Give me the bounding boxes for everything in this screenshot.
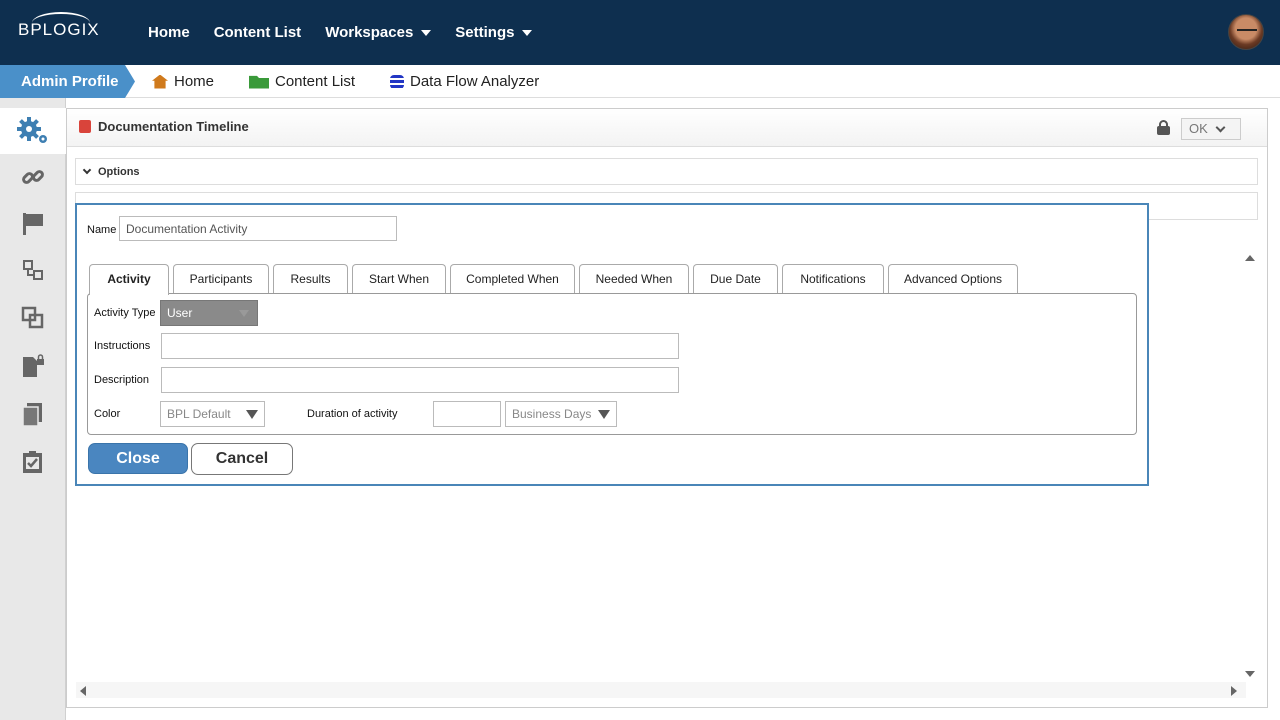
flag-icon[interactable] <box>0 201 66 247</box>
options-label: Options <box>98 166 140 178</box>
nav-settings[interactable]: Settings <box>455 24 533 41</box>
duration-input[interactable] <box>433 401 501 427</box>
chevron-down-icon <box>1215 122 1226 133</box>
chevron-down-icon <box>421 29 432 36</box>
color-value: BPL Default <box>167 407 231 421</box>
documents-icon[interactable] <box>0 391 66 437</box>
nav-home-label: Home <box>148 24 190 41</box>
panel-header: Documentation Timeline OK <box>67 109 1267 147</box>
breadcrumb-content-list-label: Content List <box>275 73 356 90</box>
breadcrumb-home-label: Home <box>174 73 215 90</box>
instructions-input[interactable] <box>161 333 679 359</box>
name-input[interactable] <box>119 216 397 241</box>
breadcrumb: Admin Profile Home Content List Data Flo… <box>0 65 1280 98</box>
chevron-down-icon <box>246 410 258 419</box>
activity-tab-content: Activity Type User Instructions Descript… <box>87 293 1137 435</box>
duration-label: Duration of activity <box>307 408 398 420</box>
breadcrumb-home[interactable]: Home <box>152 65 214 98</box>
breadcrumb-data-flow-analyzer[interactable]: Data Flow Analyzer <box>390 65 539 98</box>
instructions-label: Instructions <box>94 340 151 352</box>
ok-label: OK <box>1189 121 1208 136</box>
chevron-down-icon <box>598 410 610 419</box>
description-label: Description <box>94 374 150 386</box>
copy-icon[interactable] <box>0 295 66 341</box>
nav-workspaces[interactable]: Workspaces <box>325 24 432 41</box>
top-navbar: BPLOGIX Home Content List Workspaces Set… <box>0 0 1280 65</box>
folder-icon <box>249 75 269 89</box>
nav-settings-label: Settings <box>455 24 515 41</box>
document-icon <box>79 120 91 133</box>
scroll-right-arrow-icon[interactable] <box>1231 686 1237 696</box>
nav-content-list[interactable]: Content List <box>214 24 302 41</box>
bplogix-logo[interactable]: BPLOGIX <box>18 12 100 40</box>
horizontal-scrollbar[interactable] <box>76 682 1246 698</box>
nodes-icon[interactable] <box>0 247 66 293</box>
activity-dialog: Name Activity Participants Results Start… <box>75 203 1149 486</box>
scroll-down-arrow-icon[interactable] <box>1245 671 1255 677</box>
scroll-left-arrow-icon[interactable] <box>80 686 86 696</box>
close-button[interactable]: Close <box>88 443 188 474</box>
lock-icon[interactable] <box>1157 120 1170 135</box>
duration-unit-select[interactable]: Business Days <box>505 401 617 427</box>
breadcrumb-content-list[interactable]: Content List <box>249 65 355 98</box>
left-sidebar <box>0 98 66 720</box>
lock-body <box>1157 126 1170 135</box>
tab-advanced-options[interactable]: Advanced Options <box>888 264 1018 294</box>
cancel-button[interactable]: Cancel <box>191 443 293 475</box>
home-icon <box>152 74 168 89</box>
scroll-up-arrow-icon[interactable] <box>1245 255 1255 261</box>
tab-activity[interactable]: Activity <box>89 264 169 295</box>
options-section[interactable]: Options <box>75 158 1258 185</box>
secure-document-icon[interactable] <box>0 343 66 389</box>
breadcrumb-data-flow-analyzer-label: Data Flow Analyzer <box>410 73 540 90</box>
nav-home[interactable]: Home <box>148 24 190 41</box>
tab-start-when[interactable]: Start When <box>352 264 446 294</box>
activity-type-value: User <box>167 306 193 320</box>
description-input[interactable] <box>161 367 679 393</box>
logo-arc <box>32 12 90 34</box>
checklist-icon[interactable] <box>0 439 66 485</box>
nav-workspaces-label: Workspaces <box>325 24 414 41</box>
ok-dropdown-button[interactable]: OK <box>1181 118 1241 140</box>
activity-type-select[interactable]: User <box>160 300 258 326</box>
admin-profile-tag[interactable]: Admin Profile <box>0 65 135 98</box>
tab-due-date[interactable]: Due Date <box>693 264 778 294</box>
activity-type-label: Activity Type <box>94 307 156 319</box>
page-title: Documentation Timeline <box>98 119 249 134</box>
user-avatar[interactable] <box>1228 14 1264 50</box>
color-label: Color <box>94 408 121 420</box>
chevron-down-icon <box>82 165 92 175</box>
name-label: Name <box>87 224 117 236</box>
tab-completed-when[interactable]: Completed When <box>450 264 575 294</box>
link-icon[interactable] <box>0 154 66 200</box>
gears-icon[interactable] <box>0 108 66 154</box>
avatar-glasses <box>1237 29 1257 33</box>
duration-unit-value: Business Days <box>512 407 592 421</box>
nav-content-list-label: Content List <box>213 24 302 41</box>
database-icon <box>390 74 404 89</box>
tab-results[interactable]: Results <box>273 264 348 294</box>
main-nav: Home Content List Workspaces Settings <box>148 0 556 65</box>
tab-needed-when[interactable]: Needed When <box>579 264 689 294</box>
tab-participants[interactable]: Participants <box>173 264 269 294</box>
chevron-down-icon <box>522 29 533 36</box>
tab-notifications[interactable]: Notifications <box>782 264 884 294</box>
chevron-down-icon <box>239 310 249 317</box>
color-select[interactable]: BPL Default <box>160 401 265 427</box>
